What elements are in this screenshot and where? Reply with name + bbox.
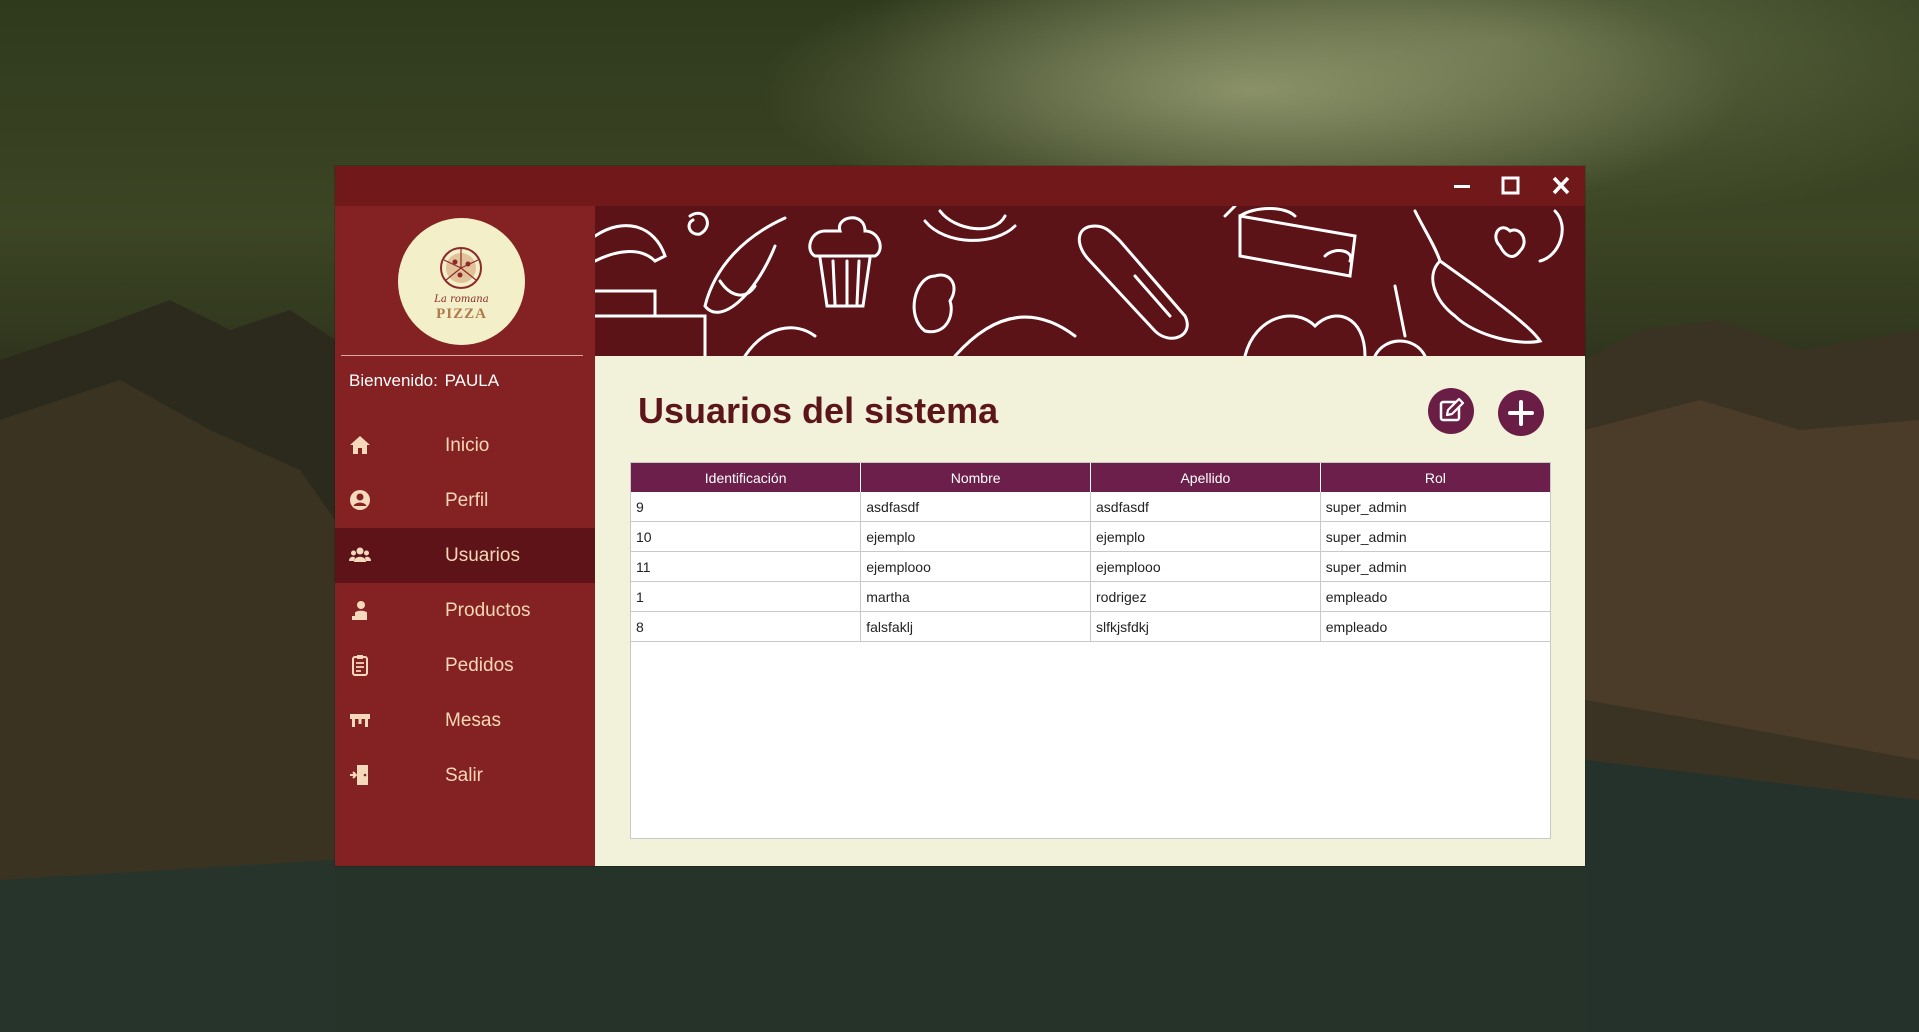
- sidebar-divider: [341, 355, 583, 356]
- table-cell[interactable]: 1: [631, 581, 862, 612]
- table-cell[interactable]: ejemplooo: [860, 551, 1091, 582]
- sidebar-item-label: Perfil: [445, 490, 489, 511]
- sidebar-item-usuarios[interactable]: Usuarios: [335, 528, 595, 583]
- column-header-rol[interactable]: Rol: [1320, 463, 1550, 492]
- plus-icon: [1508, 400, 1534, 426]
- pizza-logo: La romana PIZZA: [398, 218, 525, 345]
- sidebar-item-label: Mesas: [445, 710, 501, 731]
- table-cell[interactable]: super_admin: [1320, 492, 1550, 522]
- column-header-nombre[interactable]: Nombre: [860, 463, 1091, 492]
- edit-user-button[interactable]: [1428, 388, 1474, 434]
- welcome-text: Bienvenido: PAULA: [347, 371, 499, 391]
- table-cell[interactable]: falsfaklj: [860, 611, 1091, 642]
- logo-subtitle: La romana: [434, 294, 489, 305]
- table-cell[interactable]: empleado: [1320, 611, 1550, 642]
- title-bar: [335, 166, 1585, 206]
- logo-title: PIZZA: [436, 306, 487, 322]
- sidebar-item-inicio[interactable]: Inicio: [335, 418, 595, 473]
- sidebar-item-productos[interactable]: Productos: [335, 583, 595, 638]
- main-content: Usuarios del sistema Identificación Nomb…: [595, 356, 1585, 866]
- add-user-button[interactable]: [1498, 390, 1544, 436]
- sidebar-item-label: Inicio: [445, 435, 490, 456]
- table-cell[interactable]: martha: [860, 581, 1091, 612]
- sidebar-item-label: Pedidos: [445, 655, 514, 676]
- sidebar-item-salir[interactable]: Salir: [335, 748, 595, 803]
- table-cell[interactable]: asdfasdf: [860, 492, 1091, 522]
- clipboard-icon: [352, 655, 368, 676]
- table-cell[interactable]: ejemplo: [860, 521, 1091, 552]
- table-cell[interactable]: 10: [631, 521, 862, 552]
- chef-icon: [352, 601, 367, 620]
- table-cell[interactable]: slfkjsfdkj: [1090, 611, 1321, 642]
- home-icon: [350, 436, 370, 454]
- table-row[interactable]: 1 martha rodrigez empleado: [631, 581, 1550, 612]
- user-circle-icon: [350, 490, 370, 510]
- table-cell[interactable]: rodrigez: [1090, 581, 1321, 612]
- table-cell[interactable]: 9: [631, 492, 862, 522]
- door-exit-icon: [350, 765, 368, 785]
- table-icon: [350, 714, 370, 727]
- table-cell[interactable]: 11: [631, 551, 862, 582]
- sidebar-item-label: Salir: [445, 765, 484, 786]
- table-row[interactable]: 11 ejemplooo ejemplooo super_admin: [631, 551, 1550, 582]
- table-row[interactable]: 10 ejemplo ejemplo super_admin: [631, 521, 1550, 552]
- food-doodle-banner: [595, 206, 1585, 356]
- table-row[interactable]: 9 asdfasdf asdfasdf super_admin: [631, 492, 1550, 522]
- table-cell[interactable]: ejemplo: [1090, 521, 1321, 552]
- column-header-apellido[interactable]: Apellido: [1090, 463, 1321, 492]
- users-icon: [349, 547, 371, 562]
- table-cell[interactable]: 8: [631, 611, 862, 642]
- sidebar-item-mesas[interactable]: Mesas: [335, 693, 595, 748]
- sidebar-item-perfil[interactable]: Perfil: [335, 473, 595, 528]
- minimize-icon[interactable]: [1447, 174, 1477, 198]
- welcome-label: Bienvenido:: [349, 371, 438, 390]
- users-table: Identificación Nombre Apellido Rol 9 asd…: [631, 463, 1550, 642]
- pizza-icon: [440, 247, 482, 289]
- close-icon[interactable]: [1546, 174, 1576, 198]
- user-name: PAULA: [444, 371, 500, 390]
- table-header-row: Identificación Nombre Apellido Rol: [631, 463, 1550, 492]
- sidebar-item-pedidos[interactable]: Pedidos: [335, 638, 595, 693]
- users-table-container: Identificación Nombre Apellido Rol 9 asd…: [630, 462, 1551, 839]
- table-cell[interactable]: ejemplooo: [1090, 551, 1321, 582]
- sidebar: La romana PIZZA Bienvenido: PAULA Inicio…: [335, 206, 595, 866]
- column-header-identificacion[interactable]: Identificación: [631, 463, 862, 492]
- table-cell[interactable]: super_admin: [1320, 551, 1550, 582]
- page-title: Usuarios del sistema: [638, 390, 999, 431]
- sidebar-item-label: Productos: [445, 600, 531, 621]
- table-cell[interactable]: super_admin: [1320, 521, 1550, 552]
- food-doodle-illustration: [595, 206, 1564, 356]
- edit-icon: [1439, 397, 1465, 422]
- table-cell[interactable]: asdfasdf: [1090, 492, 1321, 522]
- app-window: La romana PIZZA Bienvenido: PAULA Inicio…: [335, 166, 1585, 866]
- sidebar-nav: Inicio Perfil Usuarios Productos Pedidos…: [335, 418, 595, 803]
- sidebar-item-label: Usuarios: [445, 545, 520, 566]
- maximize-icon[interactable]: [1496, 174, 1526, 198]
- table-row[interactable]: 8 falsfaklj slfkjsfdkj empleado: [631, 611, 1550, 642]
- table-cell[interactable]: empleado: [1320, 581, 1550, 612]
